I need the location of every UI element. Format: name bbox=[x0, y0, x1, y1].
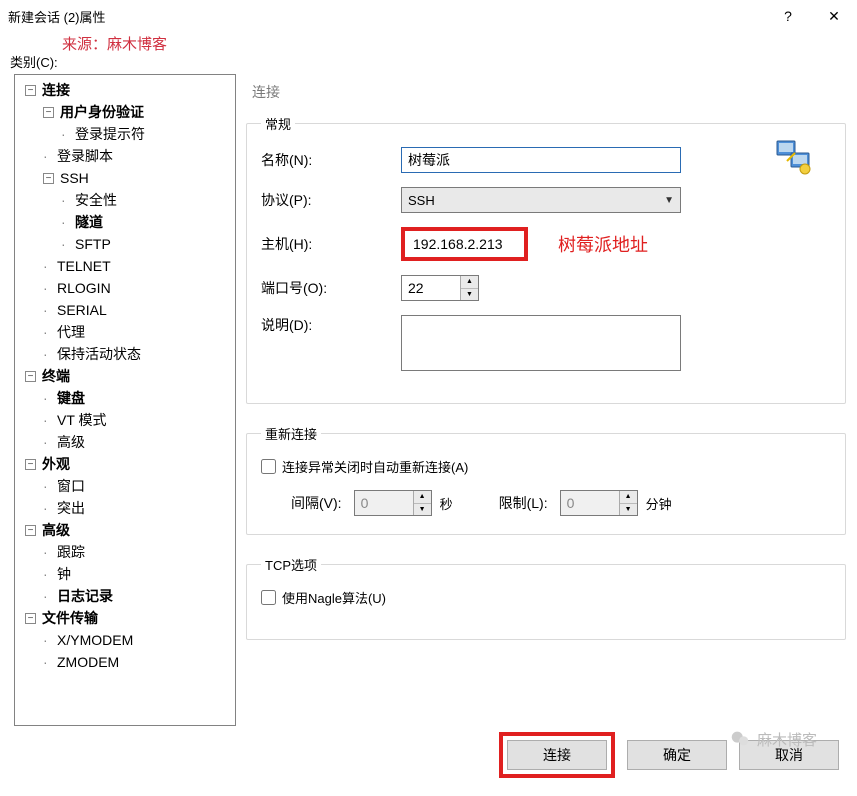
tree-item-sftp[interactable]: SFTP bbox=[73, 233, 111, 255]
collapse-icon[interactable]: − bbox=[25, 613, 36, 624]
title-bar: 新建会话 (2)属性 ? ✕ bbox=[0, 0, 857, 32]
limit-unit: 分钟 bbox=[646, 494, 672, 513]
collapse-icon[interactable]: − bbox=[25, 459, 36, 470]
window-title: 新建会话 (2)属性 bbox=[8, 7, 765, 26]
connect-button[interactable]: 连接 bbox=[507, 740, 607, 770]
category-tree[interactable]: −连接 −用户身份验证 ·登录提示符 ·登录脚本 −SSH ·安全性 ·隧道 ·… bbox=[14, 74, 236, 726]
interval-unit: 秒 bbox=[440, 494, 453, 513]
limit-label: 限制(L): bbox=[499, 493, 548, 513]
tree-item-proxy[interactable]: 代理 bbox=[55, 321, 85, 343]
reconnect-group: 重新连接 连接异常关闭时自动重新连接(A) 间隔(V): ▲▼ 秒 限制(L):… bbox=[246, 424, 846, 535]
collapse-icon[interactable]: − bbox=[43, 107, 54, 118]
tree-item-rlogin[interactable]: RLOGIN bbox=[55, 277, 111, 299]
protocol-select[interactable]: SSH ▼ bbox=[401, 187, 681, 213]
wechat-icon bbox=[729, 728, 751, 750]
description-input[interactable] bbox=[401, 315, 681, 371]
nagle-label: 使用Nagle算法(U) bbox=[282, 588, 386, 607]
interval-input bbox=[355, 491, 413, 515]
connect-highlight: 连接 bbox=[499, 732, 615, 778]
tree-item-advanced[interactable]: 高级 bbox=[40, 519, 70, 541]
spinner-icon[interactable]: ▲▼ bbox=[460, 276, 478, 300]
tree-item-vtmode[interactable]: VT 模式 bbox=[55, 409, 107, 431]
tree-item-term-advanced[interactable]: 高级 bbox=[55, 431, 85, 453]
tree-item-zmodem[interactable]: ZMODEM bbox=[55, 651, 119, 673]
tree-item-login-script[interactable]: 登录脚本 bbox=[55, 145, 113, 167]
spinner-icon: ▲▼ bbox=[413, 491, 431, 515]
auto-reconnect-checkbox[interactable] bbox=[261, 459, 276, 474]
chevron-down-icon: ▼ bbox=[664, 195, 674, 206]
tree-item-highlight[interactable]: 突出 bbox=[55, 497, 85, 519]
collapse-icon[interactable]: − bbox=[25, 525, 36, 536]
tree-item-appearance[interactable]: 外观 bbox=[40, 453, 70, 475]
collapse-icon[interactable]: − bbox=[43, 173, 54, 184]
limit-stepper: ▲▼ bbox=[560, 490, 638, 516]
name-input[interactable] bbox=[401, 147, 681, 173]
category-label: 类别(C): bbox=[10, 52, 58, 71]
general-legend: 常规 bbox=[261, 114, 295, 133]
connection-icon bbox=[775, 137, 815, 177]
tree-item-terminal[interactable]: 终端 bbox=[40, 365, 70, 387]
general-group: 常规 名称(N): 协议(P): SSH ▼ 主机(H): 树莓派地址 bbox=[246, 114, 846, 404]
spinner-icon: ▲▼ bbox=[619, 491, 637, 515]
source-watermark: 来源：麻木博客 bbox=[62, 33, 167, 54]
host-input[interactable] bbox=[407, 232, 522, 256]
bottom-watermark: 麻木博客 bbox=[729, 728, 817, 750]
interval-stepper: ▲▼ bbox=[354, 490, 432, 516]
tree-item-security[interactable]: 安全性 bbox=[73, 189, 117, 211]
tree-item-keepalive[interactable]: 保持活动状态 bbox=[55, 343, 141, 365]
tree-item-trace[interactable]: 跟踪 bbox=[55, 541, 85, 563]
tree-item-keyboard[interactable]: 键盘 bbox=[55, 387, 85, 409]
tree-item-user-auth[interactable]: 用户身份验证 bbox=[58, 101, 144, 123]
tcp-legend: TCP选项 bbox=[261, 555, 321, 574]
tree-item-filetransfer[interactable]: 文件传输 bbox=[40, 607, 98, 629]
host-label: 主机(H): bbox=[261, 234, 401, 254]
collapse-icon[interactable]: − bbox=[25, 371, 36, 382]
tree-item-logging[interactable]: 日志记录 bbox=[55, 585, 113, 607]
reconnect-legend: 重新连接 bbox=[261, 424, 321, 443]
host-highlight bbox=[401, 227, 528, 261]
port-label: 端口号(O): bbox=[261, 278, 401, 298]
nagle-checkbox[interactable] bbox=[261, 590, 276, 605]
protocol-value: SSH bbox=[408, 193, 435, 208]
port-stepper[interactable]: ▲▼ bbox=[401, 275, 479, 301]
tree-item-telnet[interactable]: TELNET bbox=[55, 255, 111, 277]
tree-item-xymodem[interactable]: X/YMODEM bbox=[55, 629, 133, 651]
tree-item-serial[interactable]: SERIAL bbox=[55, 299, 107, 321]
auto-reconnect-label: 连接异常关闭时自动重新连接(A) bbox=[282, 457, 468, 476]
ok-button[interactable]: 确定 bbox=[627, 740, 727, 770]
close-button[interactable]: ✕ bbox=[811, 0, 857, 32]
tree-item-window[interactable]: 窗口 bbox=[55, 475, 85, 497]
panel-heading: 连接 bbox=[246, 74, 846, 114]
host-annotation: 树莓派地址 bbox=[558, 231, 648, 257]
interval-label: 间隔(V): bbox=[291, 493, 342, 513]
desc-label: 说明(D): bbox=[261, 315, 401, 335]
collapse-icon[interactable]: − bbox=[25, 85, 36, 96]
tree-item-bell[interactable]: 钟 bbox=[55, 563, 71, 585]
help-button[interactable]: ? bbox=[765, 0, 811, 32]
protocol-label: 协议(P): bbox=[261, 190, 401, 210]
limit-input bbox=[561, 491, 619, 515]
tree-item-connection[interactable]: 连接 bbox=[40, 79, 70, 101]
settings-panel: 连接 常规 名称(N): 协议(P): SSH ▼ 主机(H): bbox=[246, 74, 846, 660]
tree-item-ssh[interactable]: SSH bbox=[58, 167, 89, 189]
tree-item-login-prompt[interactable]: 登录提示符 bbox=[73, 123, 145, 145]
tcp-group: TCP选项 使用Nagle算法(U) bbox=[246, 555, 846, 640]
tree-item-tunnel[interactable]: 隧道 bbox=[73, 211, 103, 233]
port-input[interactable] bbox=[402, 276, 460, 300]
name-label: 名称(N): bbox=[261, 150, 401, 170]
